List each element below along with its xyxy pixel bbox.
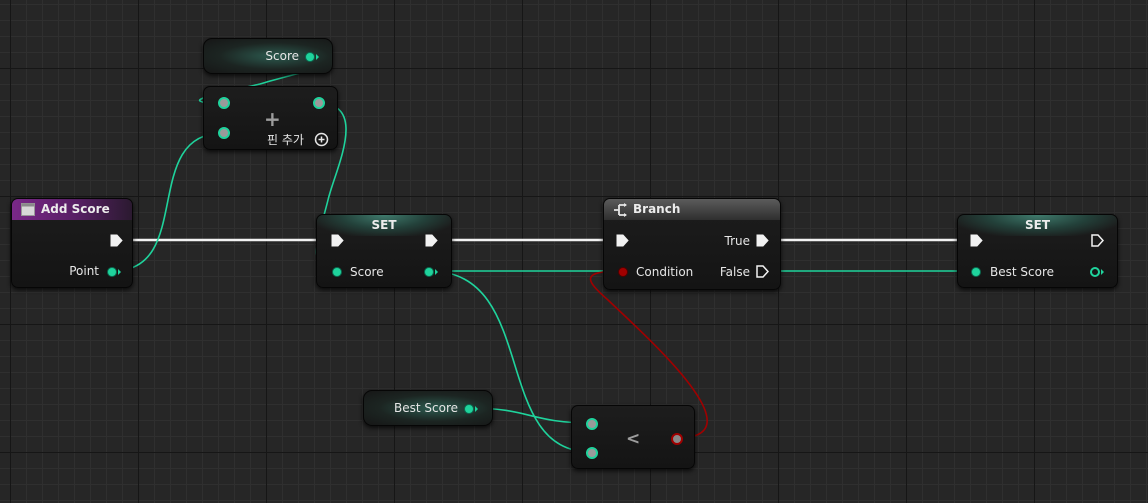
branch-false-label: False bbox=[719, 265, 750, 279]
set-best-score-node[interactable]: SET Best Score bbox=[957, 214, 1118, 288]
add-score-point-pin-arrow bbox=[118, 269, 121, 275]
less-output-pin[interactable] bbox=[671, 433, 683, 445]
set-best-score-header: SET bbox=[958, 215, 1117, 236]
event-icon bbox=[21, 203, 35, 216]
add-score-event-title: Add Score bbox=[41, 202, 110, 216]
best-score-getter-output-pin-arrow bbox=[475, 406, 478, 412]
set-score-output-pin-arrow bbox=[435, 269, 438, 275]
set-score-output-pin[interactable] bbox=[424, 267, 434, 277]
set-best-score-exec-output-pin[interactable] bbox=[1091, 234, 1104, 247]
best-score-getter-label: Best Score bbox=[394, 401, 458, 415]
score-getter-label: Score bbox=[265, 49, 299, 63]
set-score-header: SET bbox=[317, 215, 451, 236]
less-input-b-pin[interactable] bbox=[586, 447, 598, 459]
plus-circle-icon[interactable] bbox=[314, 132, 329, 147]
branch-true-exec-pin[interactable] bbox=[756, 234, 769, 247]
branch-title: Branch bbox=[633, 202, 681, 216]
add-output-pin[interactable] bbox=[313, 97, 325, 109]
branch-condition-label: Condition bbox=[636, 265, 694, 279]
set-score-node[interactable]: SET Score bbox=[316, 214, 452, 288]
branch-condition-pin[interactable] bbox=[618, 267, 628, 277]
branch-exec-input-pin[interactable] bbox=[616, 234, 629, 247]
add-score-exec-output-pin[interactable] bbox=[110, 234, 123, 247]
add-input-a-pin[interactable] bbox=[218, 97, 230, 109]
add-score-event-node[interactable]: Add Score Point bbox=[11, 198, 133, 288]
best-score-getter-output-pin[interactable] bbox=[464, 404, 474, 414]
less-than-node[interactable]: < bbox=[571, 405, 695, 469]
branch-icon bbox=[614, 203, 627, 217]
branch-node[interactable]: Branch True Condition False bbox=[603, 198, 781, 290]
add-operator-label: + bbox=[264, 107, 281, 131]
set-score-input-pin[interactable] bbox=[332, 267, 342, 277]
score-getter-output-pin-arrow bbox=[316, 54, 319, 60]
set-best-score-output-pin-arrow bbox=[1101, 269, 1104, 275]
add-score-event-header: Add Score bbox=[12, 199, 132, 220]
set-best-score-exec-input-pin[interactable] bbox=[970, 234, 983, 247]
set-score-input-label: Score bbox=[350, 265, 384, 279]
add-input-b-pin[interactable] bbox=[218, 127, 230, 139]
blueprint-graph-canvas[interactable]: Score + 핀 추가 Add Score Point SET Score B… bbox=[0, 0, 1148, 503]
branch-true-label: True bbox=[724, 234, 751, 248]
best-score-getter-node[interactable]: Best Score bbox=[363, 390, 493, 426]
add-pin-label[interactable]: 핀 추가 bbox=[267, 133, 304, 147]
add-node[interactable]: + 핀 추가 bbox=[203, 86, 338, 150]
add-score-point-label: Point bbox=[69, 264, 99, 278]
branch-header: Branch bbox=[604, 199, 780, 220]
set-score-exec-output-pin[interactable] bbox=[425, 234, 438, 247]
set-best-score-input-label: Best Score bbox=[990, 265, 1054, 279]
less-input-a-pin[interactable] bbox=[586, 418, 598, 430]
less-operator-label: < bbox=[626, 429, 641, 449]
score-getter-output-pin[interactable] bbox=[305, 52, 315, 62]
add-score-point-pin[interactable] bbox=[107, 267, 117, 277]
set-best-score-output-pin[interactable] bbox=[1090, 267, 1100, 277]
branch-false-exec-pin[interactable] bbox=[756, 265, 769, 278]
score-getter-node[interactable]: Score bbox=[203, 38, 333, 74]
set-best-score-input-pin[interactable] bbox=[971, 267, 981, 277]
set-score-exec-input-pin[interactable] bbox=[331, 234, 344, 247]
